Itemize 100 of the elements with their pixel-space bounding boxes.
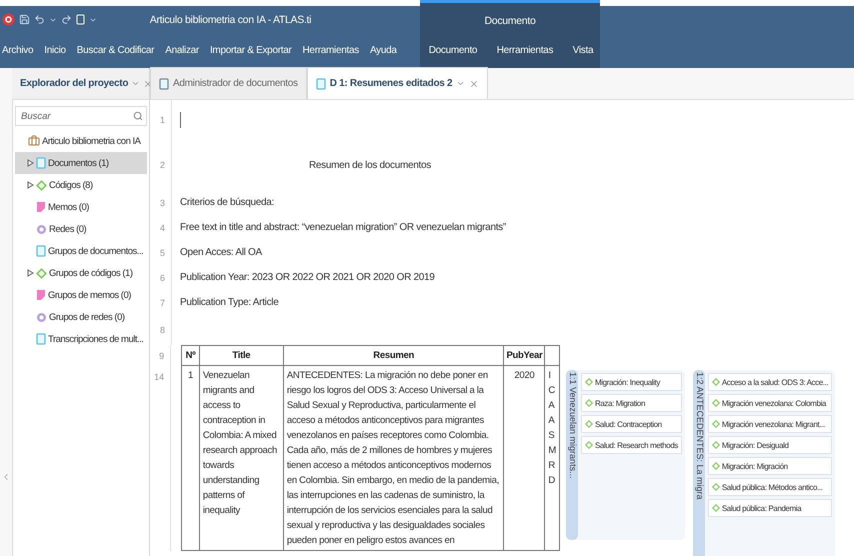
line-number: 3 xyxy=(150,190,172,215)
code-diamond-icon xyxy=(585,420,593,428)
search-field[interactable]: Buscar xyxy=(15,106,147,126)
code-diamond-icon xyxy=(712,504,720,512)
line-number: 7 xyxy=(150,290,172,315)
code-diamond-icon xyxy=(712,441,720,449)
table-cell-text: S xyxy=(548,429,556,443)
code-tag[interactable]: Raza: Migration xyxy=(581,394,682,412)
code-diamond-icon xyxy=(585,399,593,407)
caret-icon[interactable] xyxy=(131,79,140,88)
menu-item[interactable]: Inicio xyxy=(44,45,66,56)
menu-item[interactable]: Documento xyxy=(428,45,478,56)
document-tab[interactable]: Administrador de documentos xyxy=(150,67,307,99)
memo-icon xyxy=(36,201,46,213)
document-tab[interactable]: D 1: Resumenes editados 2 xyxy=(306,67,488,99)
code-diamond-icon xyxy=(712,462,720,470)
document-text: Criterios de búsqueda: xyxy=(179,197,274,208)
table-cell-text: R xyxy=(548,459,556,473)
quotation-label[interactable]: 1:2 ANTECEDENTES: La migra xyxy=(692,370,705,556)
code-diamond-icon xyxy=(585,378,593,386)
document-icon[interactable] xyxy=(76,14,85,25)
table-cell: ANTECEDENTES: La migración no debe poner en riesgo los logros del ODS 3: Acceso Universal a la Salud Sexual y Reproductiva, particularmente el acceso a métodos anticonceptivos para migrantes venezolanos en países receptores como Colombia. Cada año, más de 2 millones de hombres y mujeres tienen acceso a métodos anticonceptivos modernos en Colombia. Sin embargo, en medio de la pandemia, las interrupciones en las cadenas de suministro, la interrupción de los servicios esenciales para la salud sexual y reproductiva y las desigualdades sociales pueden poner en peligro estos avances en xyxy=(283,366,504,550)
code-diamond-icon xyxy=(712,483,720,491)
tree-item[interactable]: Memos (0) xyxy=(15,196,147,218)
menu-item[interactable]: Archivo xyxy=(2,45,34,56)
context-tab-title: Documento xyxy=(484,15,536,27)
search-icon xyxy=(133,111,143,121)
line-number: 9 xyxy=(158,350,166,363)
window-title: Articulo bibliometria con IA - ATLAS.ti xyxy=(148,14,312,26)
document-text: Publication Year: 2023 OR 2022 OR 2021 OR 2020 OR 2019 xyxy=(179,272,435,283)
tree-item[interactable]: Transcripciones de mult... xyxy=(15,328,147,350)
expand-triangle-icon[interactable] xyxy=(27,269,34,277)
line-number: 8 xyxy=(150,315,172,345)
code-diamond-icon xyxy=(585,441,593,449)
app-logo-icon xyxy=(2,13,15,26)
tree-item[interactable]: Documentos (1) xyxy=(15,152,147,174)
table-cell-text: A xyxy=(548,399,556,413)
line-number: 6 xyxy=(150,265,172,290)
document-text: Publication Type: Article xyxy=(179,297,278,308)
document-text: Open Acces: All OA xyxy=(179,247,262,258)
expand-triangle-icon[interactable] xyxy=(27,181,34,189)
code-tag[interactable]: Migración venezolana: Migrant... xyxy=(708,415,832,433)
code-tag[interactable]: Acceso a la salud: ODS 3: Acce... xyxy=(708,373,832,391)
menu-item[interactable]: Herramientas xyxy=(302,45,359,56)
tree-item[interactable]: Grupos de códigos (1) xyxy=(15,262,147,284)
menu-item[interactable]: Ayuda xyxy=(370,45,397,56)
code-diamond-icon xyxy=(712,420,720,428)
undo-icon[interactable] xyxy=(34,14,45,25)
menu-item[interactable]: Herramientas xyxy=(496,45,554,56)
menu-item[interactable]: Vista xyxy=(572,45,594,56)
code-tag[interactable]: Salud: Contraception xyxy=(581,415,682,433)
table-cell: 2020 xyxy=(504,366,545,550)
expand-triangle-icon[interactable] xyxy=(27,159,34,167)
tree-item[interactable]: Grupos de memos (0) xyxy=(15,284,147,306)
close-icon[interactable] xyxy=(469,78,480,88)
table-cell-text: I xyxy=(548,369,552,383)
table-cell: 1 xyxy=(182,366,200,550)
tree-item[interactable]: Grupos de documentos... xyxy=(15,240,147,262)
menu-item[interactable]: Buscar & Codificar xyxy=(76,45,154,56)
code-diamond-icon xyxy=(36,180,47,190)
document-icon xyxy=(36,157,46,169)
line-number: 1 xyxy=(150,100,172,140)
tree-item[interactable]: Códigos (8) xyxy=(15,174,147,196)
tree-item[interactable]: Redes (0) xyxy=(15,218,147,240)
line-number: 14 xyxy=(153,371,166,384)
menu-item[interactable]: Importar & Exportar xyxy=(210,45,292,56)
save-icon[interactable] xyxy=(19,14,30,25)
document-icon xyxy=(36,245,46,257)
pane-title: Explorador del proyecto xyxy=(20,78,128,89)
document-heading: Resumen de los documentos xyxy=(308,160,432,170)
code-tag[interactable]: Migración: Inequality xyxy=(581,373,682,391)
text-cursor xyxy=(180,112,181,128)
tree-item[interactable]: Articulo bibliometria con IA xyxy=(15,130,147,152)
code-tag[interactable]: Salud: Research methods xyxy=(581,436,682,454)
column-header: PubYear xyxy=(504,346,545,366)
document-icon xyxy=(316,78,326,90)
code-diamond-icon xyxy=(712,399,720,407)
code-tag[interactable]: Migración: Migración xyxy=(708,457,832,475)
tree-item[interactable]: Grupos de redes (0) xyxy=(15,306,147,328)
memo-icon xyxy=(36,289,46,301)
caret-icon[interactable] xyxy=(456,79,466,88)
line-number: 5 xyxy=(150,240,172,265)
briefcase-icon xyxy=(28,135,40,147)
redo-icon[interactable] xyxy=(61,14,72,25)
code-tag[interactable]: Salud pública: Pandemia xyxy=(708,499,832,517)
column-header: Title xyxy=(199,346,284,366)
line-number: 2 xyxy=(150,140,172,190)
table-cell-text: D xyxy=(548,474,556,488)
code-tag[interactable]: Migración venezolana: Colombia xyxy=(708,394,832,412)
line-number: 4 xyxy=(150,215,172,240)
code-tag[interactable]: Migración: Desiguald xyxy=(708,436,832,454)
network-icon xyxy=(36,312,47,322)
code-tag[interactable]: Salud pública: Métodos antico... xyxy=(708,478,832,496)
table-cell: Venezuelan migrants and access to contraception in Colombia: A mixed research approach towards understanding patterns of inequality xyxy=(199,366,284,550)
network-icon xyxy=(36,224,47,234)
code-diamond-icon xyxy=(712,378,720,386)
quotation-label[interactable]: 1:1 Venezuelan migrants... xyxy=(566,370,578,540)
search-input[interactable]: Buscar xyxy=(19,110,133,122)
table-cell-text: A xyxy=(548,414,556,428)
menu-item[interactable]: Analizar xyxy=(165,45,199,56)
